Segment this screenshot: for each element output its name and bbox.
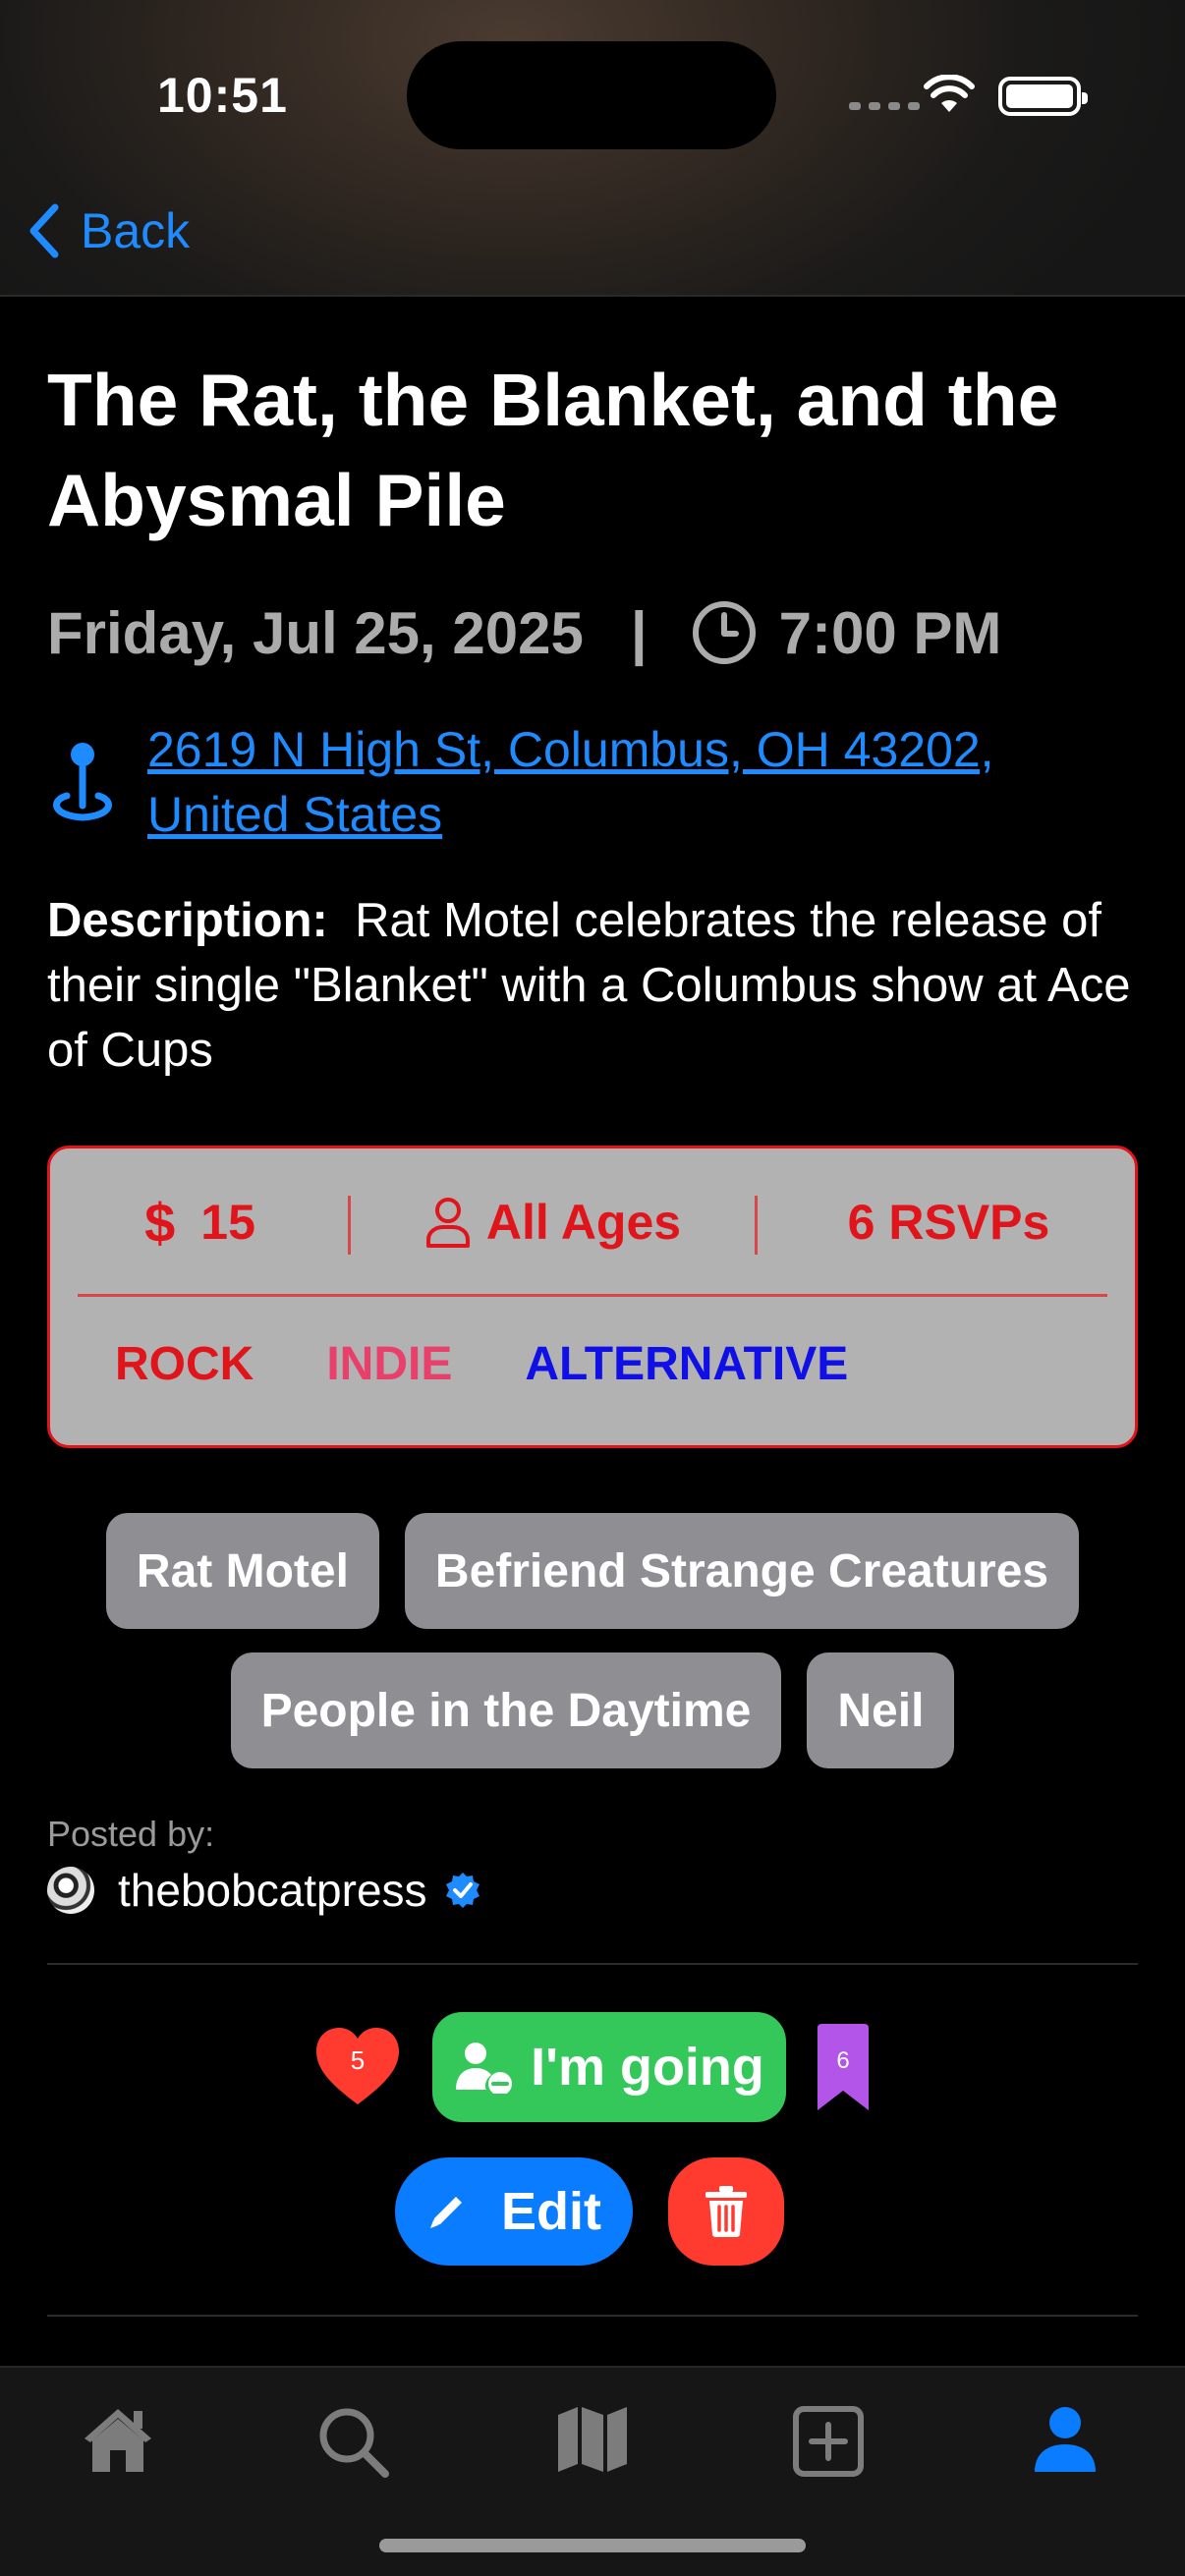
event-date: Friday, Jul 25, 2025 bbox=[47, 599, 584, 666]
address-link[interactable]: 2619 N High St, Columbus, OH 43202, Unit… bbox=[147, 717, 1148, 847]
section-divider bbox=[47, 2315, 1138, 2317]
tab-map[interactable] bbox=[534, 2405, 651, 2503]
delete-button[interactable] bbox=[668, 2157, 784, 2266]
genre-tag: INDIE bbox=[326, 1338, 453, 1390]
like-count: 5 bbox=[350, 2045, 366, 2075]
posted-by-label: Posted by: bbox=[47, 1814, 215, 1854]
map-pin-icon bbox=[53, 743, 112, 821]
section-divider bbox=[47, 1963, 1138, 1965]
tab-profile[interactable] bbox=[1006, 2405, 1124, 2503]
artist-chip[interactable]: People in the Daytime bbox=[230, 1652, 782, 1768]
tab-home[interactable] bbox=[59, 2405, 177, 2503]
battery-icon bbox=[998, 77, 1088, 116]
person-minus-icon bbox=[456, 2043, 513, 2094]
wifi-icon bbox=[924, 75, 975, 112]
artist-chip[interactable]: Neil bbox=[807, 1652, 955, 1768]
bookmark-button[interactable]: 6 bbox=[814, 2022, 873, 2112]
info-horizontal-divider bbox=[78, 1294, 1107, 1297]
back-button[interactable]: Back bbox=[26, 196, 190, 265]
poster-profile[interactable]: thebobcatpress bbox=[47, 1863, 482, 1918]
rsvp-count: 6 RSVPs bbox=[847, 1195, 1050, 1250]
description-label: Description: bbox=[47, 894, 328, 947]
avatar bbox=[47, 1867, 94, 1914]
event-title: The Rat, the Blanket, and the Abysmal Pi… bbox=[47, 359, 1059, 541]
back-label: Back bbox=[81, 203, 191, 258]
status-time: 10:51 bbox=[157, 68, 288, 123]
price-value: 15 bbox=[200, 1195, 255, 1250]
artist-chip[interactable]: Rat Motel bbox=[105, 1513, 379, 1629]
datetime-separator: | bbox=[630, 599, 648, 666]
genre-tags: ROCK INDIE ALTERNATIVE bbox=[115, 1337, 848, 1391]
chevron-left-icon bbox=[29, 203, 59, 258]
genre-tag: ALTERNATIVE bbox=[525, 1338, 849, 1390]
edit-label: Edit bbox=[501, 2182, 601, 2241]
map-icon bbox=[558, 2407, 627, 2472]
artist-row: Rat Motel Befriend Strange Creatures bbox=[0, 1513, 1185, 1629]
event-datetime: Friday, Jul 25, 2025 | 7:00 PM bbox=[47, 593, 1001, 672]
age-label: All Ages bbox=[485, 1195, 682, 1250]
cellular-signal-icon bbox=[849, 102, 920, 110]
pencil-icon bbox=[430, 2197, 462, 2228]
event-info-box: $ 15 All Ages 6 RSVPs ROCK INDIE ALTERNA… bbox=[47, 1146, 1138, 1448]
person-icon bbox=[425, 1198, 470, 1248]
artist-chip[interactable]: Befriend Strange Creatures bbox=[404, 1513, 1080, 1629]
im-going-label: I'm going bbox=[531, 2038, 764, 2097]
genre-tag: ROCK bbox=[115, 1338, 254, 1390]
add-icon bbox=[793, 2406, 864, 2477]
event-time: 7:00 PM bbox=[778, 599, 1002, 666]
profile-icon bbox=[1035, 2407, 1096, 2472]
edit-button[interactable]: Edit bbox=[395, 2157, 633, 2266]
poster-username: thebobcatpress bbox=[118, 1865, 427, 1916]
clock-icon bbox=[691, 599, 758, 666]
search-icon bbox=[319, 2408, 389, 2478]
tab-search[interactable] bbox=[295, 2405, 413, 2503]
event-location: 2619 N High St, Columbus, OH 43202, Unit… bbox=[47, 717, 1148, 847]
trash-icon bbox=[705, 2186, 747, 2237]
price: $ 15 bbox=[50, 1148, 350, 1296]
im-going-button[interactable]: I'm going bbox=[432, 2012, 786, 2122]
dollar-icon: $ bbox=[144, 1191, 176, 1254]
home-icon bbox=[85, 2409, 151, 2472]
dynamic-island bbox=[407, 41, 776, 149]
home-indicator bbox=[379, 2539, 806, 2552]
event-description: Description: Rat Motel celebrates the re… bbox=[47, 888, 1148, 1083]
tab-create[interactable] bbox=[769, 2405, 887, 2503]
age-restriction: All Ages bbox=[350, 1148, 757, 1296]
top-bar: 10:51 Back bbox=[0, 0, 1185, 297]
bookmark-count: 6 bbox=[836, 2047, 850, 2074]
like-button[interactable]: 5 bbox=[312, 2024, 403, 2108]
verified-badge-icon bbox=[445, 1873, 480, 1908]
artist-row: People in the Daytime Neil bbox=[0, 1652, 1185, 1768]
